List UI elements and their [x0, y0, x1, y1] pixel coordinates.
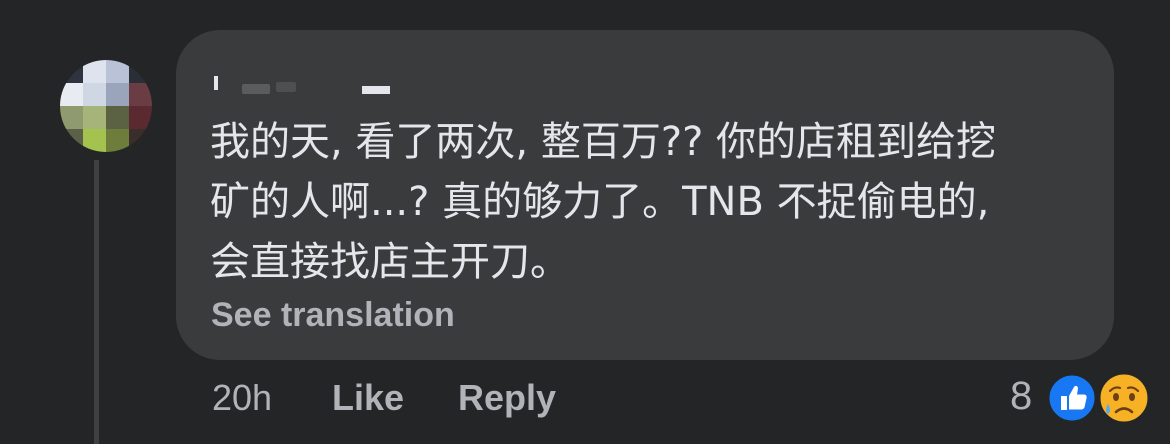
timestamp[interactable]: 20h — [212, 377, 272, 419]
redaction-block — [242, 84, 270, 94]
reaction-count[interactable]: 8 — [1010, 374, 1032, 419]
avatar[interactable] — [60, 60, 152, 152]
see-translation-link[interactable]: See translation — [211, 296, 455, 335]
like-button[interactable]: Like — [332, 377, 404, 419]
reply-button[interactable]: Reply — [458, 377, 556, 419]
redaction-block — [362, 86, 390, 94]
comment-line: 矿的人啊...? 真的够力了。TNB 不捉偷电的, — [210, 179, 990, 225]
like-icon — [1046, 372, 1098, 424]
comment-line: 我的天, 看了两次, 整百万?? 你的店租到给挖 — [210, 119, 997, 165]
reaction-icons[interactable] — [1046, 370, 1156, 425]
redaction-block — [214, 76, 218, 90]
comment-thread: 我的天, 看了两次, 整百万?? 你的店租到给挖 矿的人啊...? 真的够力了。… — [0, 0, 1170, 444]
comment-line: 会直接找店主开刀。 — [210, 239, 570, 285]
redaction-block — [276, 82, 296, 92]
comment-text: 我的天, 看了两次, 整百万?? 你的店租到给挖 矿的人啊...? 真的够力了。… — [210, 112, 1090, 292]
thread-line — [94, 160, 99, 444]
sad-icon — [1097, 371, 1151, 425]
